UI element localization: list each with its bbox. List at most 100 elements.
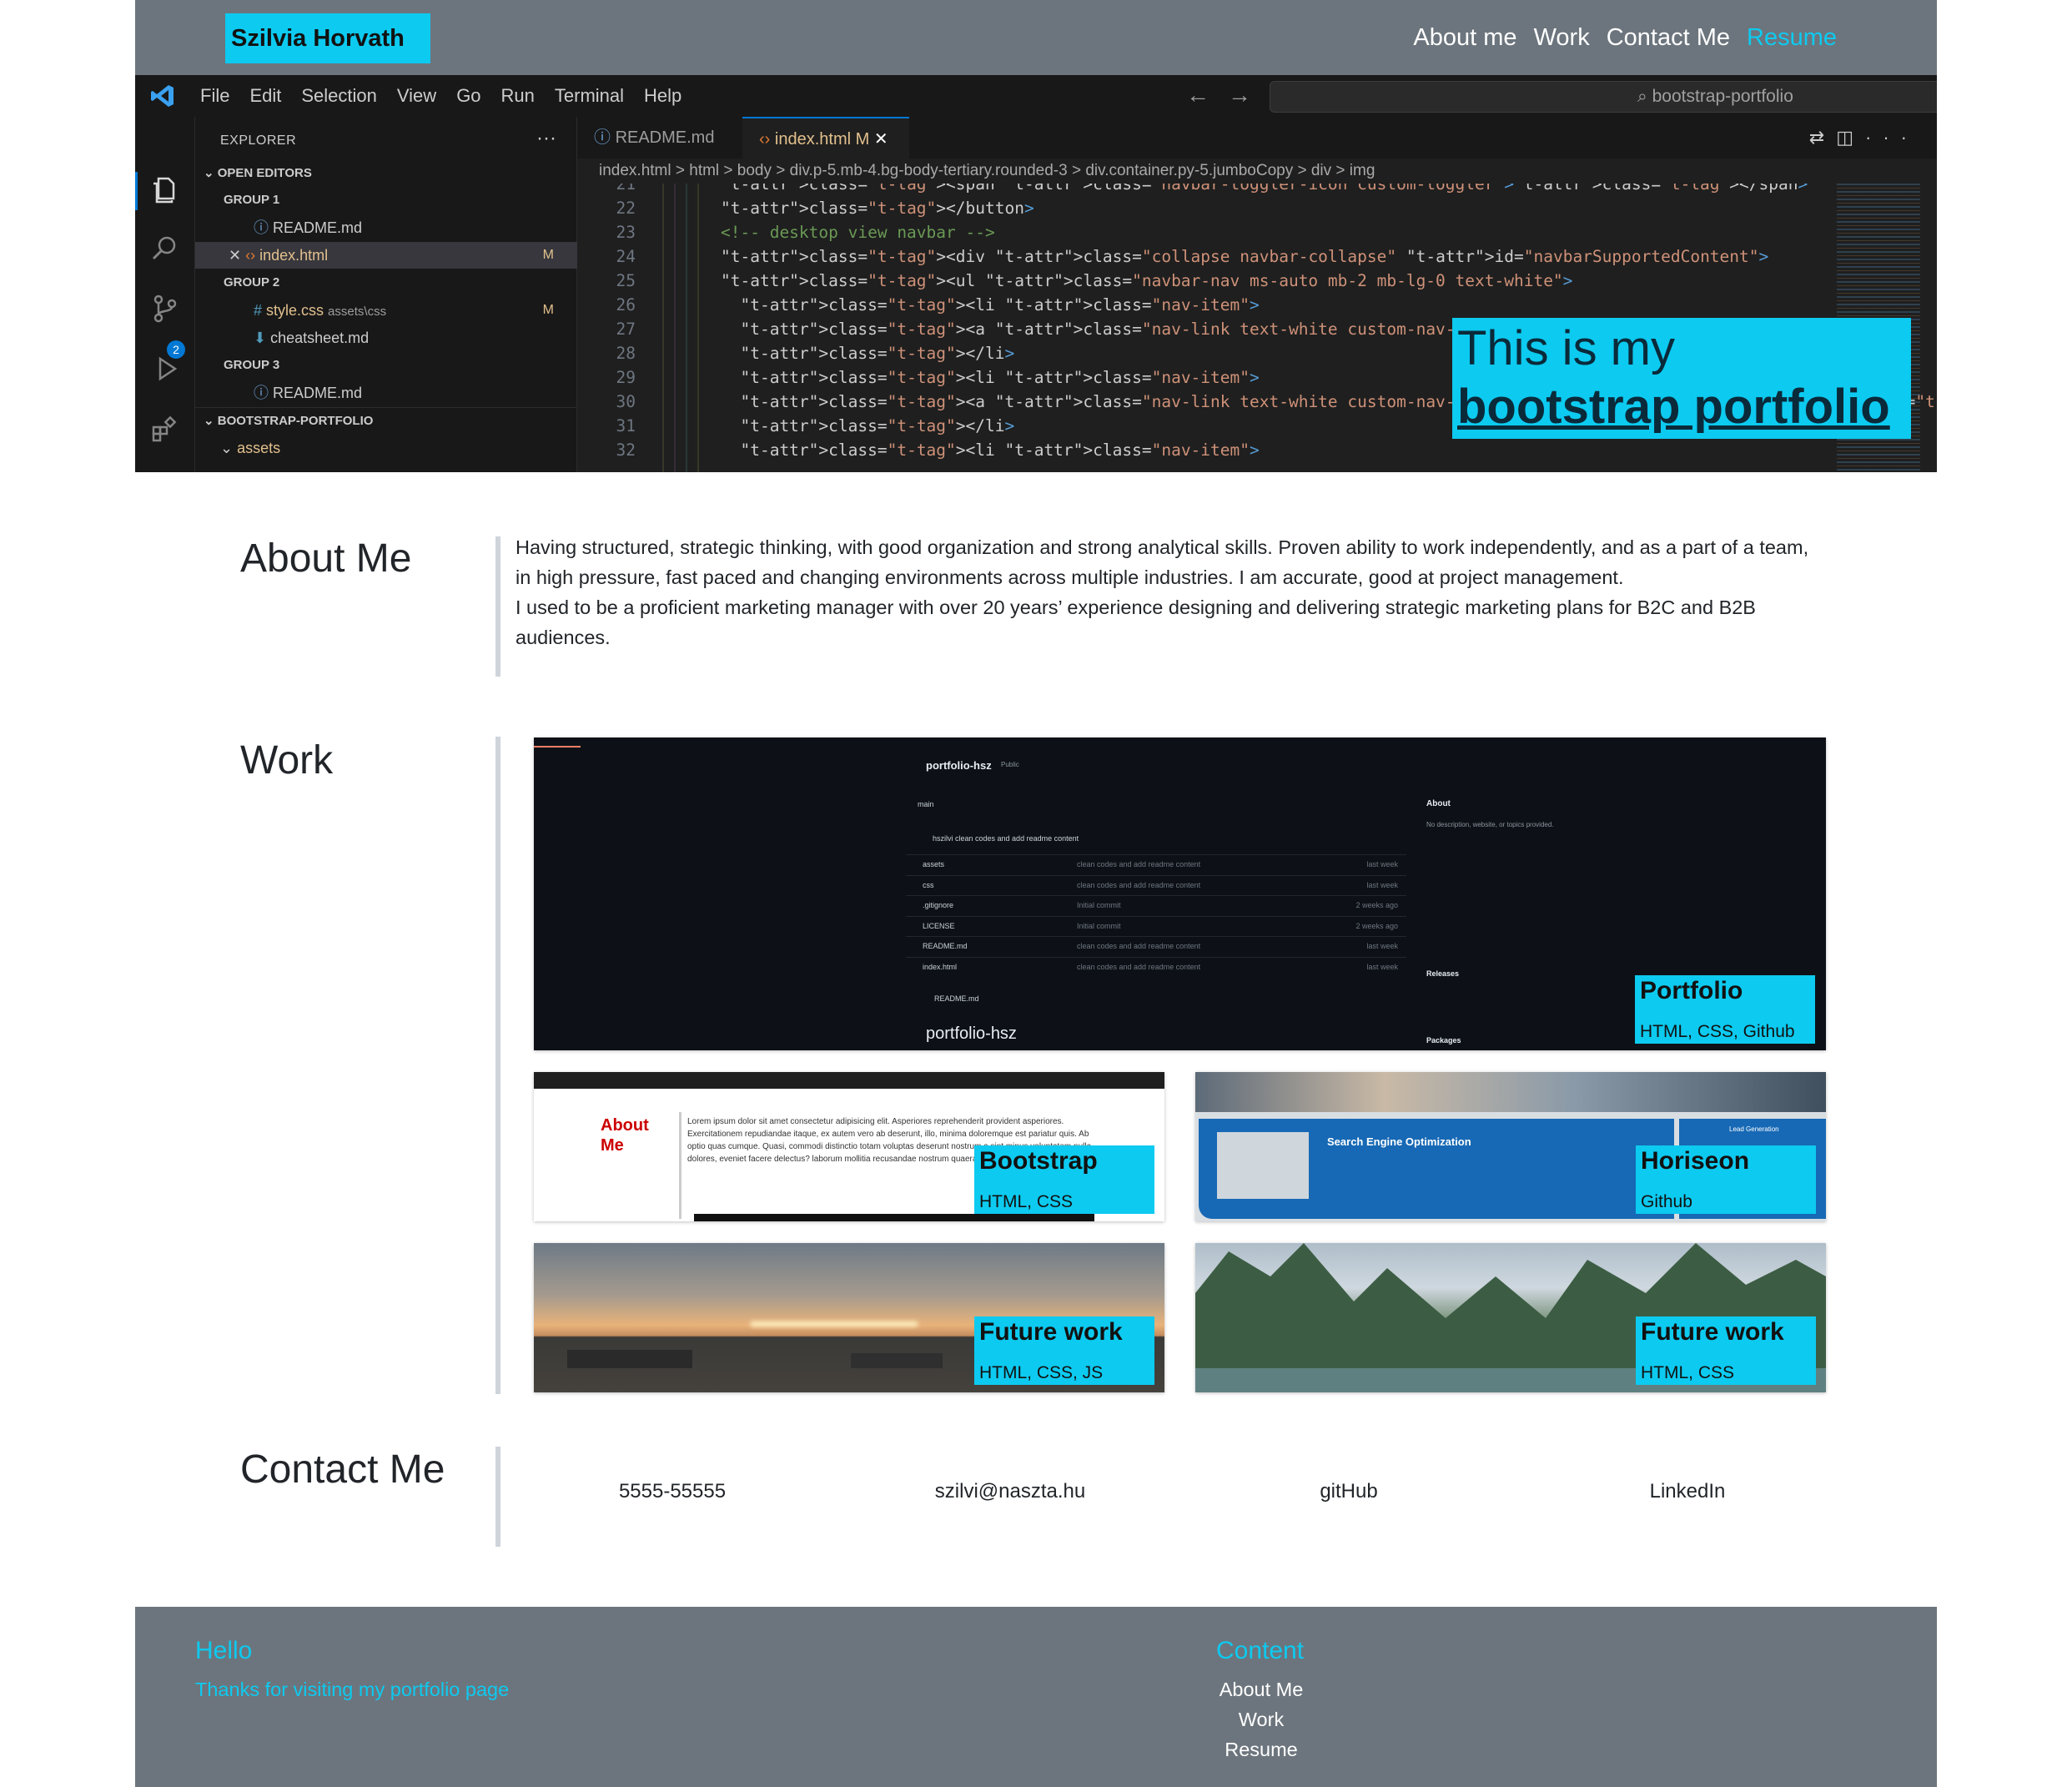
card-tags: HTML, CSS (1641, 1363, 1735, 1382)
card-tags: HTML, CSS, Github (1640, 1022, 1795, 1041)
card-caption: Future work HTML, CSS (1636, 1316, 1816, 1385)
github-file-when: last week (1366, 962, 1398, 971)
work-card-horiseon[interactable]: Search Engine Optimization Lead Generati… (1195, 1072, 1826, 1221)
nav-arrows-icon: ←→ (1186, 82, 1270, 108)
footer-link-about[interactable]: About Me (1194, 1679, 1328, 1701)
footer-link-work[interactable]: Work (1194, 1709, 1328, 1731)
vscode-menu: File Edit Selection View Go Run Terminal… (200, 75, 681, 117)
modified-marker: M (542, 303, 554, 317)
sidebar-section-project: ⌄ BOOTSTRAP-PORTFOLIO (195, 407, 577, 434)
info-icon: ⓘ (254, 219, 274, 236)
line-number: 25 (616, 271, 636, 290)
code-strip (534, 1072, 1164, 1089)
github-branch: main (918, 800, 934, 808)
github-file-row: css clean codes and add readme content las… (906, 874, 1406, 895)
github-file-msg: clean codes and add readme content (1077, 962, 1201, 971)
sidebar-file: # style.css assets\css M (195, 297, 577, 324)
sidebar-group: GROUP 1 (224, 193, 280, 207)
code-text: "t-attr">class="t-tag"><li "t-attr">clas… (740, 368, 1260, 387)
line-number: 24 (616, 247, 636, 266)
tab-label: index.html M (774, 130, 870, 148)
github-file-when: last week (1366, 942, 1398, 950)
menu-terminal: Terminal (554, 85, 625, 106)
source-control-icon (150, 294, 180, 324)
work-card-bootstrap[interactable]: About Me Lorem ipsum dolor sit amet cons… (534, 1072, 1164, 1221)
card-title: Future work (1641, 1318, 1784, 1346)
line-number: 22 (616, 199, 636, 218)
thumb-heading: About Me (601, 1115, 649, 1155)
extensions-icon (150, 414, 180, 444)
line-number: 26 (616, 295, 636, 315)
chevron-down-icon: ⌄ (220, 440, 238, 456)
github-file-row: assets clean codes and add readme content… (906, 854, 1406, 874)
footer-link-resume[interactable]: Resume (1194, 1739, 1328, 1761)
code-text: "t-attr">class="t-tag"></li> (740, 416, 1015, 435)
thumb-seo-image (1217, 1132, 1309, 1199)
menu-help: Help (644, 85, 682, 106)
github-tab-indicator (534, 746, 581, 748)
code-text: "t-attr">class="t-tag"><ul "t-attr">clas… (721, 271, 1573, 290)
github-readme-label: README.md (934, 994, 979, 1003)
github-file-msg: clean codes and add readme content (1077, 880, 1201, 889)
github-file-when: last week (1366, 860, 1398, 868)
sidebar-file: ⓘ README.md (195, 380, 577, 406)
card-title: Portfolio (1640, 977, 1743, 1004)
card-caption: Future work HTML, CSS, JS (974, 1316, 1154, 1385)
sidebar-file-label: cheatsheet.md (270, 330, 370, 346)
footer-hello-title: Hello (195, 1637, 253, 1664)
menu-view: View (396, 85, 437, 106)
github-file-when: last week (1366, 880, 1398, 889)
sidebar-file-label: README.md (273, 385, 363, 401)
activity-indicator (135, 172, 138, 210)
sidebar-group: GROUP 2 (224, 275, 280, 289)
html-icon: ‹› (759, 130, 775, 148)
sidebar-group: GROUP 3 (224, 358, 280, 372)
search-icon (150, 234, 180, 264)
code-text: "t-attr">class="t-tag"><li "t-attr">clas… (740, 295, 1260, 315)
github-visibility: Public (1001, 761, 1019, 768)
contact-phone[interactable]: 5555-55555 (547, 1480, 797, 1503)
css-icon: # (254, 302, 267, 319)
chevron-down-icon: ⌄ (204, 166, 218, 180)
more-icon: ··· (536, 127, 556, 149)
thumb-bar (694, 1214, 1094, 1221)
nav-link-contact[interactable]: Contact Me (1607, 24, 1730, 52)
contact-github[interactable]: gitHub (1224, 1480, 1474, 1503)
card-tags: HTML, CSS, JS (979, 1363, 1104, 1382)
brand-logo[interactable]: Szilvia Horvath (225, 13, 430, 63)
github-about-desc: No description, website, or topics provi… (1426, 821, 1554, 828)
github-file-msg: Initial commit (1077, 901, 1121, 909)
work-card-portfolio[interactable]: portfolio-hsz Public main hszilvi clean cod… (534, 737, 1826, 1050)
nav-link-work[interactable]: Work (1534, 24, 1590, 52)
github-readme-title: portfolio-hsz (926, 1024, 1017, 1043)
page: Szilvia Horvath About me Work Contact Me… (0, 0, 2072, 1787)
contact-email[interactable]: szilvi@naszta.hu (885, 1480, 1135, 1503)
boat-shape (567, 1350, 692, 1368)
work-card-future-1[interactable]: Future work HTML, CSS, JS (534, 1243, 1164, 1392)
work-card-future-2[interactable]: Future work HTML, CSS (1195, 1243, 1826, 1392)
sidebar-file-label: index.html (259, 247, 329, 264)
sidebar-file: ⬇ cheatsheet.md (195, 325, 577, 351)
hero-caption-line2[interactable]: bootstrap portfolio (1457, 378, 1890, 436)
thumb-heading-line1: About (601, 1116, 649, 1135)
menu-run: Run (500, 85, 535, 106)
tab-readme: ⓘ README.md (577, 117, 742, 159)
close-icon: ✕ (229, 247, 246, 264)
footer-thanks: Thanks for visiting my portfolio page (195, 1679, 510, 1700)
nav-link-resume[interactable]: Resume (1747, 24, 1837, 52)
boat-shape (851, 1353, 943, 1368)
github-repo-name: portfolio-hsz (926, 759, 992, 772)
info-icon: ⓘ (254, 385, 274, 401)
github-file-when: 2 weeks ago (1355, 901, 1398, 909)
nav-link-about[interactable]: About me (1413, 24, 1516, 52)
about-text: Having structured, strategic thinking, w… (515, 532, 1817, 652)
vscode-activity-bar: 2 (135, 117, 195, 472)
menu-selection: Selection (301, 85, 377, 106)
github-file-msg: Initial commit (1077, 921, 1121, 930)
sidebar-row-label: OPEN EDITORS (217, 166, 312, 180)
indent-guides (661, 184, 719, 472)
github-file-row: index.html clean codes and add readme con… (906, 956, 1406, 977)
html-icon: ‹› (245, 247, 260, 264)
contact-linkedin[interactable]: LinkedIn (1562, 1480, 1813, 1503)
sidebar-file-path: assets\css (328, 305, 387, 319)
